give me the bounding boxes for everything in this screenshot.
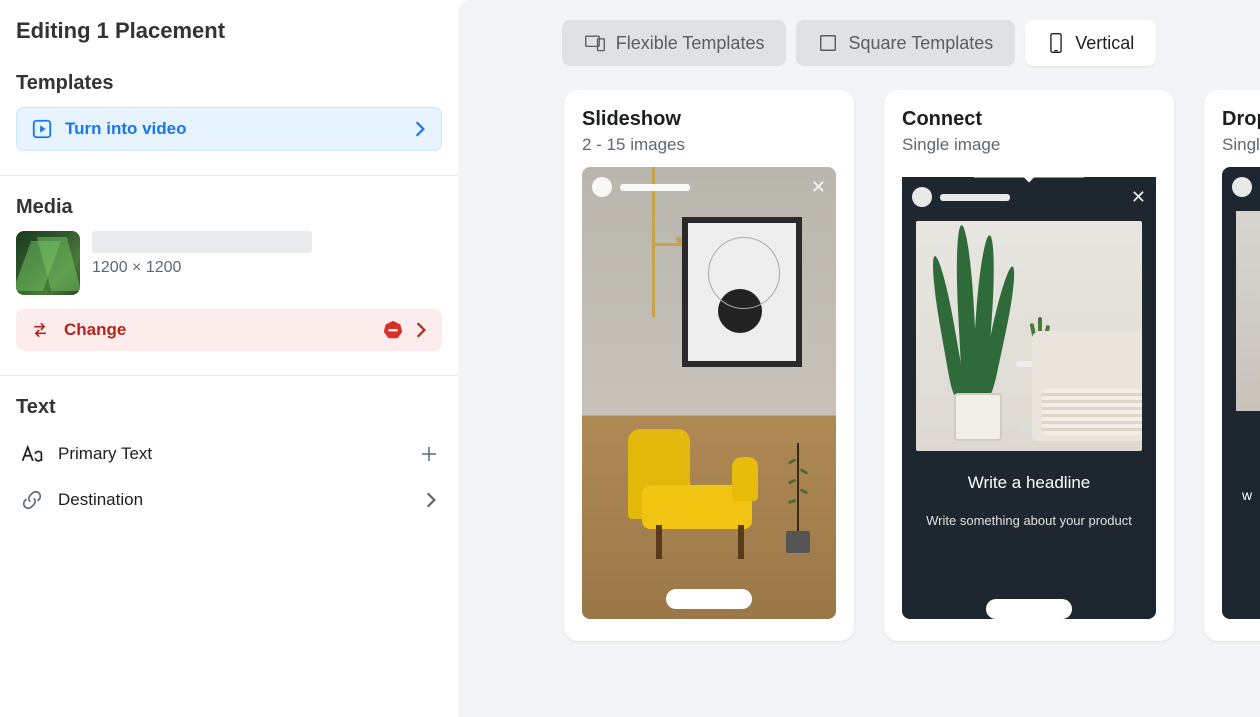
turn-into-video-button[interactable]: Turn into video [16, 107, 442, 151]
destination-label: Destination [58, 490, 143, 510]
primary-text-button[interactable]: Primary Text [16, 431, 442, 477]
template-cards: Slideshow 2 - 15 images ✕ [458, 66, 1260, 641]
media-filename-redacted [92, 231, 312, 253]
tab-square[interactable]: Square Templates [796, 20, 1015, 66]
error-badge-icon [382, 319, 404, 341]
media-section-title: Media [16, 196, 442, 219]
chevron-right-icon [414, 321, 428, 339]
media-thumbnail[interactable] [16, 231, 80, 295]
chevron-right-icon [413, 120, 427, 138]
media-dimensions: 1200 × 1200 [92, 259, 442, 277]
card-subtitle: Singl [1222, 135, 1260, 155]
cta-pill-placeholder [986, 599, 1072, 619]
template-card-connect[interactable]: Connect Single image ✕ [884, 90, 1174, 641]
primary-text-label: Primary Text [58, 444, 152, 464]
template-card-drop[interactable]: Drop Singl w [1204, 90, 1260, 641]
preview-body-fragment: w [1242, 487, 1252, 503]
preview-headline: Write a headline [902, 473, 1156, 493]
change-media-button[interactable]: Change [16, 309, 442, 351]
avatar-placeholder-icon [592, 177, 612, 197]
card-subtitle: 2 - 15 images [582, 135, 836, 155]
change-label: Change [64, 320, 126, 340]
template-tabs: Flexible Templates Square Templates Vert… [458, 0, 1260, 66]
close-icon: ✕ [811, 178, 826, 196]
link-icon [20, 489, 44, 511]
divider-ornament [974, 177, 1084, 178]
page-title: Editing 1 Placement [16, 18, 442, 44]
avatar-placeholder-icon [912, 187, 932, 207]
tab-label: Square Templates [848, 33, 993, 54]
media-item: 1200 × 1200 [16, 231, 442, 295]
template-gallery-panel: Flexible Templates Square Templates Vert… [458, 0, 1260, 717]
avatar-placeholder-icon [1232, 177, 1252, 197]
card-subtitle: Single image [902, 135, 1156, 155]
destination-button[interactable]: Destination [16, 477, 442, 523]
swap-icon [30, 320, 50, 340]
text-section-title: Text [16, 396, 442, 419]
tab-label: Vertical [1075, 33, 1134, 54]
close-icon: ✕ [1131, 188, 1146, 206]
card-title: Drop [1222, 108, 1260, 131]
chevron-right-icon [424, 491, 438, 509]
play-video-icon [31, 118, 53, 140]
template-card-slideshow[interactable]: Slideshow 2 - 15 images ✕ [564, 90, 854, 641]
divider [0, 175, 458, 176]
devices-icon [584, 33, 606, 53]
cta-pill-placeholder [666, 589, 752, 609]
card-preview: ✕ [902, 167, 1156, 619]
typography-icon [20, 443, 44, 465]
divider [0, 375, 458, 376]
templates-section-title: Templates [16, 72, 442, 95]
card-title: Connect [902, 108, 1156, 131]
tab-flexible[interactable]: Flexible Templates [562, 20, 787, 66]
square-icon [818, 33, 838, 53]
preview-subhead: Write something about your product [902, 513, 1156, 528]
left-sidebar: Editing 1 Placement Templates Turn into … [0, 0, 458, 717]
card-preview: ✕ [582, 167, 836, 619]
username-placeholder [620, 184, 690, 191]
card-preview: w [1222, 167, 1260, 619]
tab-label: Flexible Templates [616, 33, 765, 54]
plus-icon [420, 445, 438, 463]
phone-vertical-icon [1047, 32, 1065, 54]
turn-into-video-label: Turn into video [65, 119, 187, 139]
username-placeholder [940, 194, 1010, 201]
tab-vertical[interactable]: Vertical [1025, 20, 1156, 66]
card-title: Slideshow [582, 108, 836, 131]
